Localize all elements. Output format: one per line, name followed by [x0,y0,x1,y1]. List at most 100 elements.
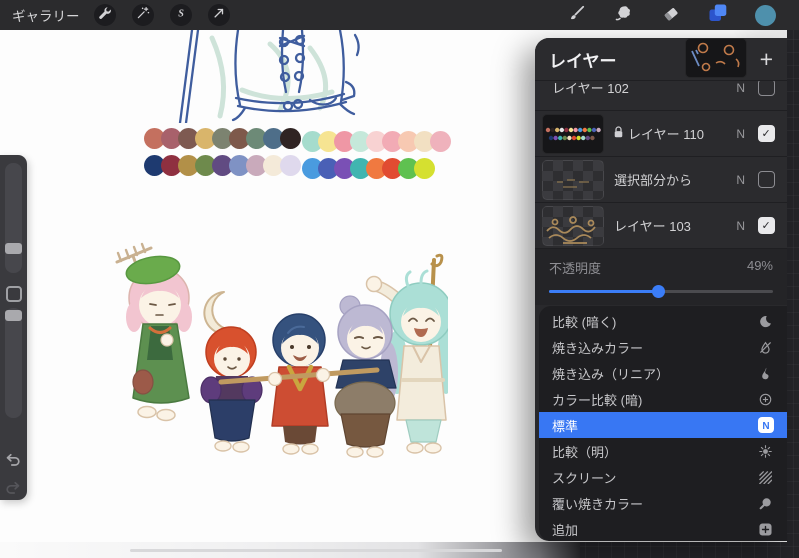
layer-blend-badge[interactable]: N [736,219,745,233]
smudge-button[interactable] [611,2,637,28]
line-sketch-artwork [178,30,360,123]
opacity-section: 不透明度 49% [535,249,787,305]
layers-squares-icon [708,3,728,28]
palette-color-dot [430,131,451,152]
layer-list: レイヤー 102 N レイヤー 110 N 選択部分から N レ [535,38,787,249]
blend-mode-row[interactable]: 標準 N [539,412,787,438]
blend-mode-row[interactable]: 焼き込み（リニア） [539,360,787,386]
eraser-icon [662,4,680,27]
layer-row[interactable]: 選択部分から N [535,157,787,203]
color-button[interactable] [752,2,778,28]
layer-row[interactable]: レイヤー 102 N [535,38,787,111]
layer-thumbnail[interactable] [542,205,604,246]
layer-visibility-checkbox[interactable] [758,171,775,188]
layer-thumbnail[interactable] [542,113,604,154]
layer-row[interactable]: レイヤー 110 N [535,111,787,157]
opacity-label: 不透明度 [549,261,602,276]
chibi-characters-artwork [115,242,448,458]
layer-name: レイヤー 103 [614,219,691,234]
canvas-bottom-edge [0,542,580,558]
palette-row [144,128,301,149]
smudge-finger-icon [615,4,633,27]
layer-blend-badge[interactable]: N [736,81,745,95]
chibi-red-character [200,291,263,453]
transform-arrow-icon [212,6,226,25]
circle-plus-icon [757,391,774,408]
layer-blend-badge[interactable]: N [736,173,745,187]
palette-color-dot [414,158,435,179]
brush-opacity-slider-handle[interactable] [5,310,22,321]
palette-row [302,158,446,179]
layer-visibility-checkbox[interactable] [758,81,775,96]
brush-button[interactable] [564,2,590,28]
blend-mode-label: カラー比較 (暗) [552,392,643,408]
loupe-icon [757,495,774,512]
blend-mode-label: 比較（明） [552,444,618,460]
blend-mode-row[interactable]: 比較（明） [539,438,787,464]
blend-mode-row[interactable]: 焼き込みカラー [539,334,787,360]
blend-mode-label: 焼き込みカラー [552,340,644,356]
layer-row[interactable]: レイヤー 103 N [535,203,787,249]
chibi-lavender-character [334,295,398,458]
eraser-button[interactable] [658,2,684,28]
opacity-value: 49% [746,258,773,273]
sun-icon [757,443,774,460]
modify-button[interactable] [6,286,22,302]
opacity-slider-fill [549,290,659,293]
paint-tools-group [564,2,799,28]
blend-mode-row[interactable]: 追加 [539,516,787,541]
layer-thumbnail[interactable] [542,159,604,200]
top-toolbar: ギャラリー S [0,0,799,30]
adjustments-button[interactable] [131,4,154,26]
n-badge-icon: N [757,417,774,434]
redo-icon[interactable] [5,481,21,501]
layer-name: レイヤー 102 [552,81,629,96]
blend-mode-label: 覆い焼きカラー [552,496,644,512]
palette-row [302,131,451,152]
flame-icon [757,365,774,382]
brush-size-slider-handle[interactable] [5,243,22,254]
palette-row [144,155,301,176]
blend-mode-label: 焼き込み（リニア） [552,366,670,382]
procreate-app: ギャラリー S レイヤー + レイヤー 102 N レイヤー 110 N ✓ 選… [0,0,799,558]
blend-mode-row[interactable]: スクリーン [539,464,787,490]
brush-size-slider[interactable] [5,163,22,273]
layer-visibility-checkbox[interactable] [758,217,775,234]
blend-mode-label: 標準 [552,418,579,434]
paint-brush-icon [568,4,586,27]
blend-mode-row[interactable]: 比較 (暗く) [539,308,787,334]
palette-swatches-right [302,131,451,185]
opacity-slider-thumb[interactable] [652,285,666,298]
selection-button[interactable]: S [169,4,192,26]
crescent-moon-icon [757,313,774,330]
color-swatch-circle [754,4,776,26]
palette-color-dot [280,128,301,149]
blend-mode-label: スクリーン [552,470,617,486]
blend-mode-label: 追加 [552,522,579,538]
transform-button[interactable] [207,4,230,26]
blend-mode-row[interactable]: 覆い焼きカラー [539,490,787,516]
selection-s-icon: S [174,6,188,25]
palette-color-dot [280,155,301,176]
opacity-slider[interactable] [549,284,773,299]
brush-opacity-slider[interactable] [5,308,22,418]
wrench-icon [98,6,112,25]
diagonal-stripes-icon [757,469,774,486]
layer-name: 選択部分から [614,173,693,188]
layer-blend-badge[interactable]: N [736,127,745,141]
chibi-pink-character [115,242,192,422]
actions-button[interactable] [93,4,116,26]
sidebar-controls [0,155,27,500]
undo-icon[interactable] [5,453,21,473]
blend-mode-row[interactable]: カラー比較 (暗) [539,386,787,412]
layers-panel: レイヤー + レイヤー 102 N レイヤー 110 N 選択部 [535,38,787,541]
layer-visibility-checkbox[interactable] [758,125,775,142]
slashed-drop-icon [757,339,774,356]
plus-square-icon [757,521,774,538]
lock-icon [614,126,623,141]
add-layer-button[interactable]: + [760,47,773,71]
layers-button[interactable] [705,2,731,28]
gallery-button[interactable]: ギャラリー [12,5,80,25]
palette-swatches-left [144,128,301,182]
blend-mode-list: 比較 (暗く) 焼き込みカラー 焼き込み（リニア） カラー比較 (暗) 標準 N… [539,306,787,541]
